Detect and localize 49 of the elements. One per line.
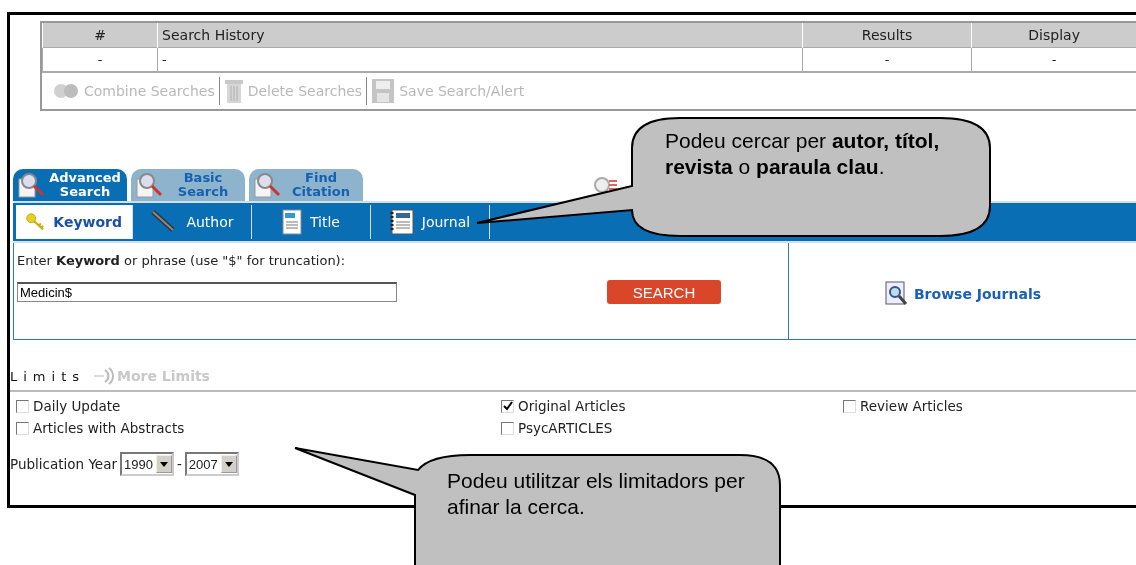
magnifier-icon	[253, 171, 283, 199]
caret-icon	[159, 461, 168, 467]
search-tab[interactable]: Find Citation	[249, 169, 363, 201]
callout-text: Podeu cercar per autor, títol, revista o paraula clau.	[665, 128, 941, 180]
field-tab[interactable]: Author	[133, 205, 252, 239]
trash-icon	[223, 78, 244, 104]
keyword-field[interactable]: Medicin$	[17, 282, 397, 302]
publication-year-label: Publication Year	[10, 456, 117, 472]
browse-journals-link[interactable]: Browse Journals	[913, 286, 1042, 302]
limits-heading: Limits	[10, 368, 85, 384]
column-header: Search History	[157, 23, 803, 48]
checkbox-label: Original Articles	[518, 398, 626, 414]
checkbox-label: Daily Update	[33, 398, 121, 414]
table-cell: -	[802, 47, 972, 71]
checkbox[interactable]	[16, 399, 29, 413]
document-icon	[282, 209, 302, 235]
caret-icon	[224, 461, 233, 467]
journal-search-icon	[883, 281, 908, 307]
checkbox[interactable]	[843, 399, 856, 413]
range-separator: -	[176, 456, 182, 472]
checkbox-label: PsycARTICLES	[518, 420, 613, 436]
callout-text: Podeu utilitzar els limitadors per afinar la cerca.	[447, 468, 746, 520]
magnifier-icon	[593, 175, 619, 195]
circles-icon	[52, 83, 80, 99]
magnifier-icon	[135, 171, 165, 199]
field-tab[interactable]: Title	[252, 205, 371, 239]
checkbox[interactable]	[501, 421, 514, 435]
table-cell: -	[971, 47, 1136, 71]
year-dropdown[interactable]: 1990	[119, 452, 174, 476]
floppy-icon	[371, 78, 396, 104]
field-tab[interactable]: Journal	[371, 205, 490, 239]
year-dropdown[interactable]: 2007	[184, 452, 239, 476]
search-button[interactable]: SEARCH	[607, 280, 721, 304]
search-tab[interactable]: Basic Search	[131, 169, 245, 201]
column-header: Display	[971, 23, 1136, 48]
search-tab[interactable]: Advanced Search	[13, 169, 127, 201]
checkbox-label: Review Articles	[860, 398, 963, 414]
table-cell: -	[42, 47, 158, 71]
table-cell: -	[157, 47, 803, 71]
prompt-text: Enter Keyword or phrase (use "$" for truncation):	[17, 253, 346, 268]
column-header: Results	[802, 23, 972, 48]
column-header: #	[42, 23, 158, 48]
field-tab[interactable]: Keyword	[16, 205, 133, 239]
checkbox[interactable]	[16, 421, 29, 435]
checkbox[interactable]	[501, 399, 514, 413]
ripple-icon	[93, 366, 115, 386]
checkbox-label: Articles with Abstracts	[33, 420, 185, 436]
magnifier-icon	[17, 171, 47, 199]
journal-icon	[389, 209, 414, 235]
